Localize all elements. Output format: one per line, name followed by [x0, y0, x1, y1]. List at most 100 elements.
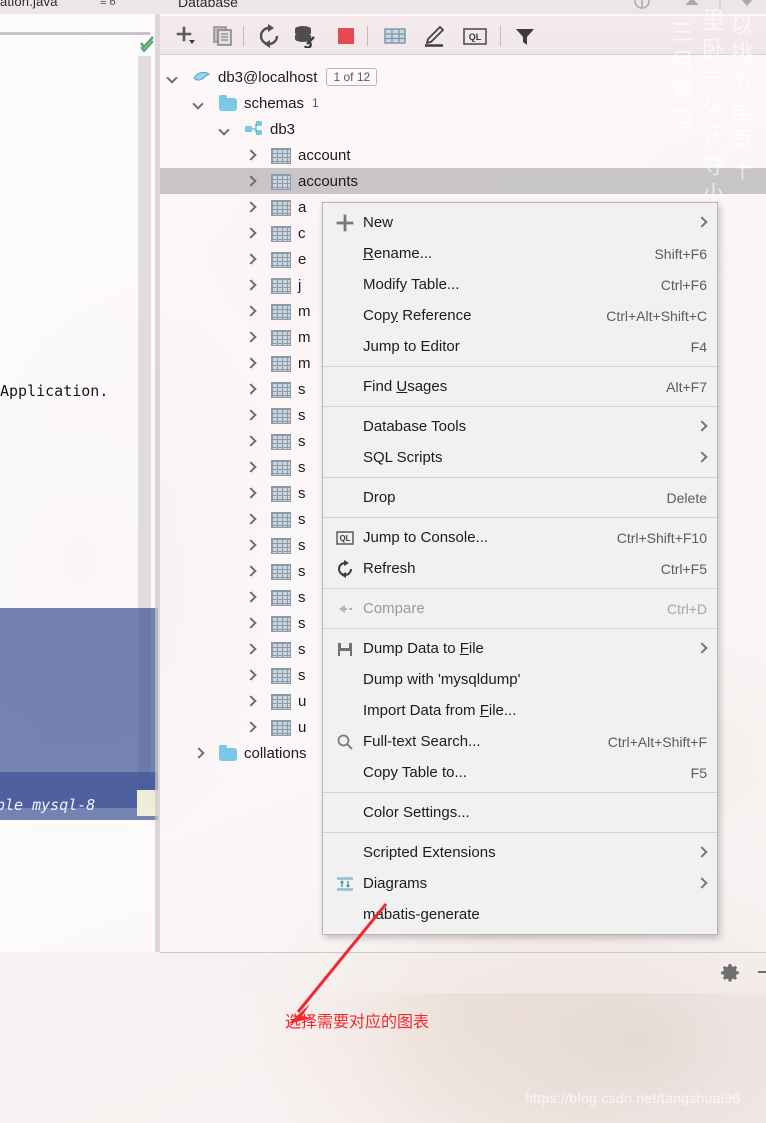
folder-icon — [219, 744, 237, 761]
menu-item-rename[interactable]: Rename... Shift+F6 — [323, 238, 717, 269]
menu-item-import-data-from-file[interactable]: Import Data from File... — [323, 695, 717, 726]
menu-item-shortcut: Ctrl+F5 — [660, 560, 707, 577]
menu-item-mabatis-generate[interactable]: mabatis-generate — [323, 899, 717, 930]
chevron-right-icon[interactable] — [244, 279, 257, 292]
menu-item-shortcut: Ctrl+D — [666, 600, 707, 617]
toolbar-separator-3 — [500, 26, 501, 46]
tree-row-table-1[interactable]: accounts — [160, 168, 766, 194]
menu-item-refresh[interactable]: Refresh Ctrl+F5 — [323, 553, 717, 584]
chevron-right-icon[interactable] — [244, 175, 257, 188]
chevron-right-icon[interactable] — [244, 513, 257, 526]
chevron-right-icon[interactable] — [244, 357, 257, 370]
submenu-arrow-icon — [698, 422, 707, 431]
menu-item-dump-data-to-file[interactable]: Dump Data to File — [323, 633, 717, 664]
table-icon — [271, 719, 291, 736]
chevron-right-icon[interactable] — [244, 331, 257, 344]
svg-text:QL: QL — [339, 534, 350, 543]
chevron-right-icon[interactable] — [244, 253, 257, 266]
menu-item-no-icon — [335, 244, 357, 264]
inspection-ok-icon[interactable] — [138, 34, 156, 52]
menu-item-jump-to-console[interactable]: QL Jump to Console... Ctrl+Shift+F10 — [323, 522, 717, 553]
chevron-right-icon[interactable] — [244, 487, 257, 500]
tree-node-label: s — [298, 666, 306, 684]
chevron-right-icon[interactable] — [244, 201, 257, 214]
menu-item-scripted-extensions[interactable]: Scripted Extensions — [323, 837, 717, 868]
data-source-properties-button[interactable] — [293, 24, 317, 49]
context-menu[interactable]: New Rename... Shift+F6 Modify Table... Ctrl+… — [322, 202, 718, 935]
chevron-right-icon[interactable] — [244, 695, 257, 708]
synchronize-button[interactable] — [257, 24, 281, 48]
editor-selected-text: ple mysql-8 — [0, 796, 96, 814]
chevron-down-icon[interactable] — [166, 71, 179, 84]
plus-icon — [335, 213, 357, 233]
chevron-right-icon[interactable] — [244, 539, 257, 552]
menu-item-label: Dump with 'mysqldump' — [363, 671, 521, 688]
tree-node-count: 1 — [312, 96, 319, 110]
data-editor-button[interactable] — [383, 24, 407, 48]
chevron-down-icon[interactable] — [192, 97, 205, 110]
add-data-source-button[interactable] — [174, 24, 198, 48]
menu-item-new[interactable]: New — [323, 207, 717, 238]
gear-icon[interactable] — [720, 963, 740, 983]
menu-item-color-settings[interactable]: Color Settings... — [323, 797, 717, 828]
menu-item-no-icon — [335, 377, 357, 397]
tree-node-label: s — [298, 536, 306, 554]
menu-item-label: Compare — [363, 600, 425, 617]
chevron-right-icon[interactable] — [244, 669, 257, 682]
chevron-right-icon[interactable] — [244, 305, 257, 318]
chevron-right-icon[interactable] — [244, 721, 257, 734]
chevron-right-icon[interactable] — [244, 591, 257, 604]
chevron-down-icon[interactable] — [218, 123, 231, 136]
chevron-right-icon[interactable] — [244, 643, 257, 656]
tree-row-table-0[interactable]: account — [160, 142, 766, 168]
menu-item-modify-table[interactable]: Modify Table... Ctrl+F6 — [323, 269, 717, 300]
menu-item-drop[interactable]: Drop Delete — [323, 482, 717, 513]
filter-button[interactable] — [513, 24, 537, 48]
hide-tool-window-icon[interactable] — [758, 971, 766, 973]
chevron-right-icon[interactable] — [244, 461, 257, 474]
menu-item-label: Modify Table... — [363, 276, 460, 293]
menu-item-copy-table-to[interactable]: Copy Table to... F5 — [323, 757, 717, 788]
table-icon — [271, 459, 291, 476]
submenu-arrow-icon — [698, 848, 707, 857]
duplicate-button[interactable] — [211, 24, 235, 48]
save-disk-icon — [335, 639, 357, 659]
table-icon — [271, 225, 291, 242]
menu-item-full-text-search[interactable]: Full-text Search... Ctrl+Alt+Shift+F — [323, 726, 717, 757]
chevron-right-icon[interactable] — [244, 227, 257, 240]
menu-item-copy-reference[interactable]: Copy Reference Ctrl+Alt+Shift+C — [323, 300, 717, 331]
menu-item-compare: Compare Ctrl+D — [323, 593, 717, 624]
menu-item-jump-to-editor[interactable]: Jump to Editor F4 — [323, 331, 717, 362]
menu-item-no-icon — [335, 488, 357, 508]
menu-item-no-icon — [335, 670, 357, 690]
code-editor-pane[interactable]: Application. ple mysql-8 — [0, 14, 160, 952]
chevron-right-icon[interactable] — [244, 409, 257, 422]
table-icon — [271, 381, 291, 398]
menu-item-shortcut: Alt+F7 — [666, 378, 707, 395]
menu-item-no-icon — [335, 905, 357, 925]
menu-item-no-icon — [335, 763, 357, 783]
menu-item-sql-scripts[interactable]: SQL Scripts — [323, 442, 717, 473]
jump-to-console-button[interactable]: QL — [461, 24, 489, 48]
chevron-right-icon[interactable] — [192, 747, 205, 760]
editor-tab-application-java[interactable]: ation.java — [0, 0, 58, 9]
stop-button[interactable] — [334, 24, 358, 48]
chevron-right-icon[interactable] — [244, 565, 257, 578]
chevron-right-icon[interactable] — [244, 149, 257, 162]
chevron-right-icon[interactable] — [244, 617, 257, 630]
tool-window-title-database[interactable]: Database — [178, 0, 238, 10]
wallpaper-poem-text-1: 三月春盈 — [667, 20, 694, 136]
tree-node-label: s — [298, 588, 306, 606]
tree-node-label: a — [298, 198, 307, 216]
schema-icon — [245, 121, 263, 137]
menu-item-dump-with-mysqldump[interactable]: Dump with 'mysqldump' — [323, 664, 717, 695]
modify-button[interactable] — [422, 24, 446, 48]
menu-item-shortcut: F4 — [690, 338, 707, 355]
menu-item-no-icon — [335, 701, 357, 721]
chevron-right-icon[interactable] — [244, 435, 257, 448]
table-icon — [271, 563, 291, 580]
menu-item-database-tools[interactable]: Database Tools — [323, 411, 717, 442]
chevron-right-icon[interactable] — [244, 383, 257, 396]
menu-item-find-usages[interactable]: Find Usages Alt+F7 — [323, 371, 717, 402]
menu-item-diagrams[interactable]: Diagrams — [323, 868, 717, 899]
